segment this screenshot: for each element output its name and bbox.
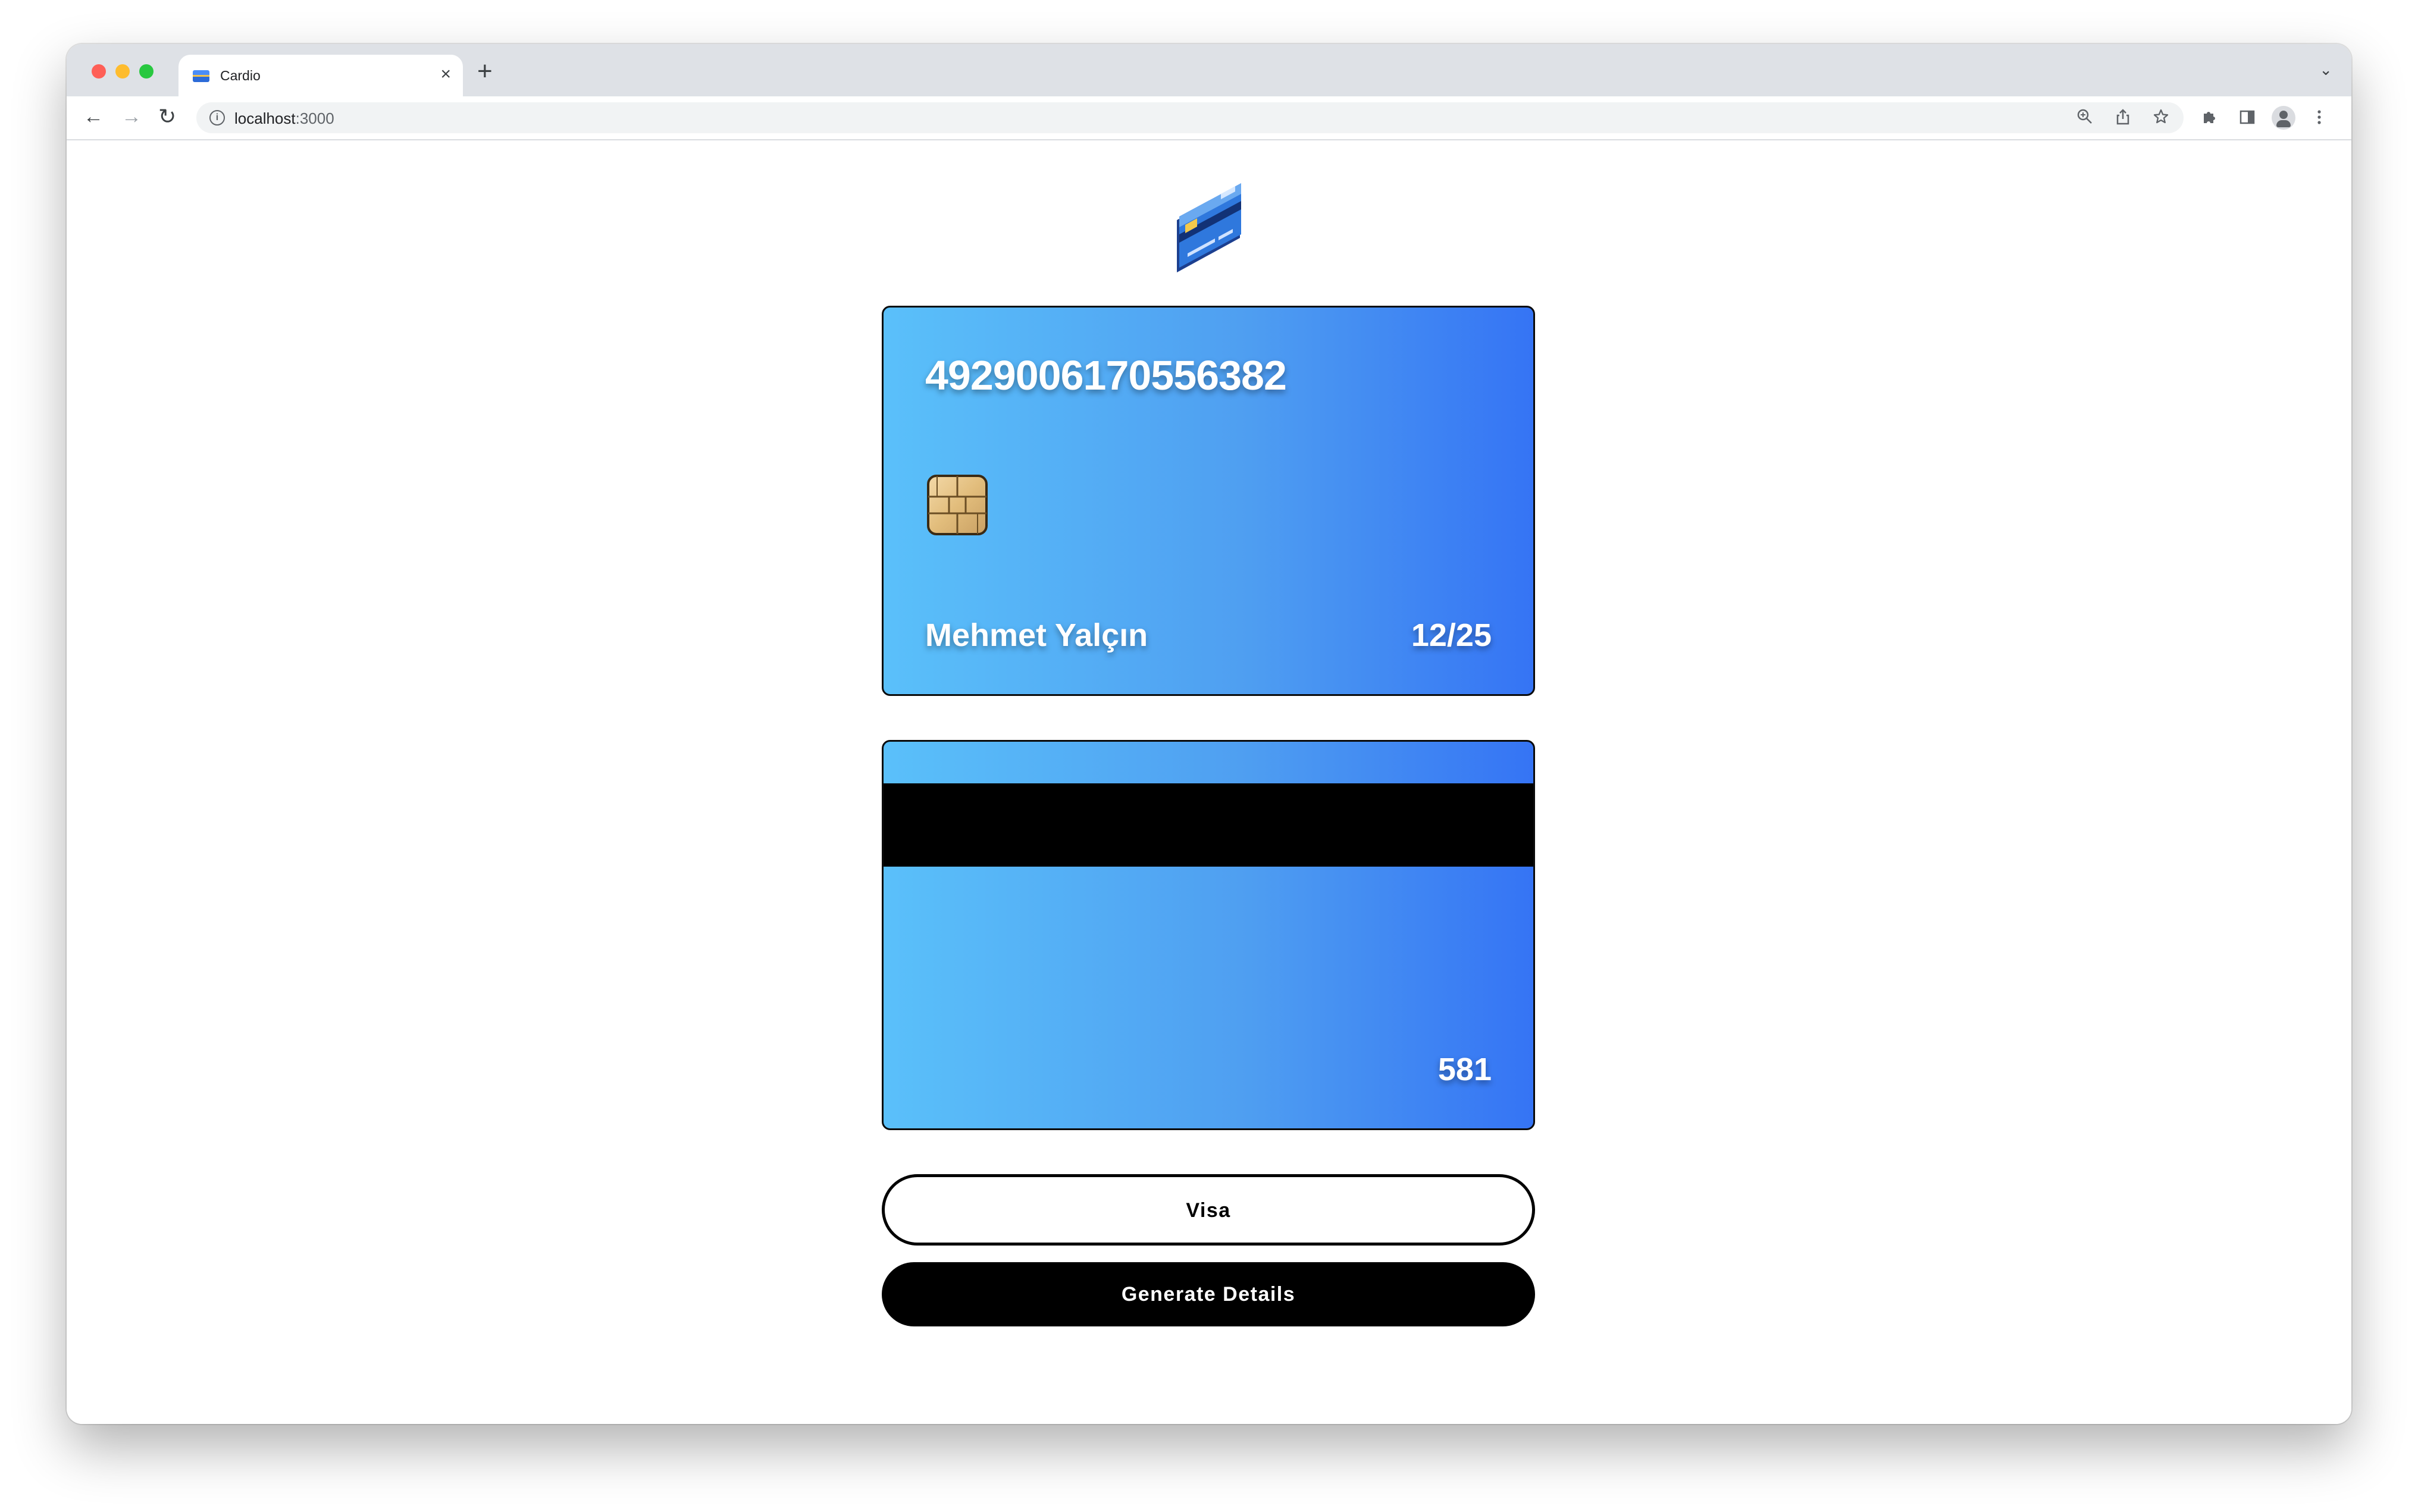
card-back: 581	[882, 740, 1535, 1130]
chip-icon	[927, 475, 988, 535]
new-tab-button[interactable]: +	[477, 58, 493, 84]
chevron-down-icon[interactable]: ⌄	[2319, 61, 2332, 79]
back-button[interactable]: ←	[83, 105, 104, 128]
forward-button[interactable]: →	[121, 105, 142, 128]
credit-card-favicon-icon	[193, 70, 209, 82]
url-text[interactable]: localhost:3000	[234, 109, 334, 128]
cvv-code: 581	[1437, 1052, 1492, 1087]
close-window-button[interactable]	[92, 64, 106, 79]
star-icon[interactable]	[2153, 108, 2169, 129]
card-number: 4929006170556382	[925, 352, 1287, 399]
tab-close-icon[interactable]: ×	[440, 64, 451, 84]
share-icon[interactable]	[2115, 108, 2131, 129]
tab-title: Cardio	[220, 68, 261, 83]
expiry-date: 12/25	[1411, 617, 1492, 653]
minimize-window-button[interactable]	[115, 64, 130, 79]
credit-card-icon	[1177, 183, 1241, 272]
page-content: 4929006170556382 Mehmet Yalçın 12/25 581…	[67, 140, 2351, 1424]
extensions-icon[interactable]	[2200, 108, 2218, 130]
side-panel-icon[interactable]	[2238, 108, 2256, 130]
profile-icon[interactable]	[2272, 106, 2295, 130]
browser-toolbar: ← → ↻ i localhost:3000	[67, 96, 2351, 140]
card-type-button[interactable]: Visa	[882, 1174, 1535, 1246]
address-bar[interactable]: i localhost:3000	[196, 102, 2184, 133]
url-host: localhost	[234, 109, 296, 127]
tab-cardio[interactable]: Cardio ×	[178, 55, 463, 96]
maximize-window-button[interactable]	[139, 64, 154, 79]
browser-window: Cardio × + ⌄ ← → ↻ i localhost:3000 4929…	[67, 44, 2351, 1424]
card-front: 4929006170556382 Mehmet Yalçın 12/25	[882, 306, 1535, 696]
zoom-icon[interactable]	[2076, 108, 2093, 129]
info-icon[interactable]: i	[209, 110, 225, 126]
generate-details-button[interactable]: Generate Details	[882, 1262, 1535, 1326]
menu-icon[interactable]	[2316, 108, 2323, 130]
reload-button[interactable]: ↻	[158, 105, 176, 128]
url-port: :3000	[295, 109, 334, 127]
magnetic-stripe	[884, 783, 1533, 867]
cardholder-name: Mehmet Yalçın	[925, 617, 1148, 653]
tab-strip: Cardio × + ⌄	[67, 44, 2351, 96]
